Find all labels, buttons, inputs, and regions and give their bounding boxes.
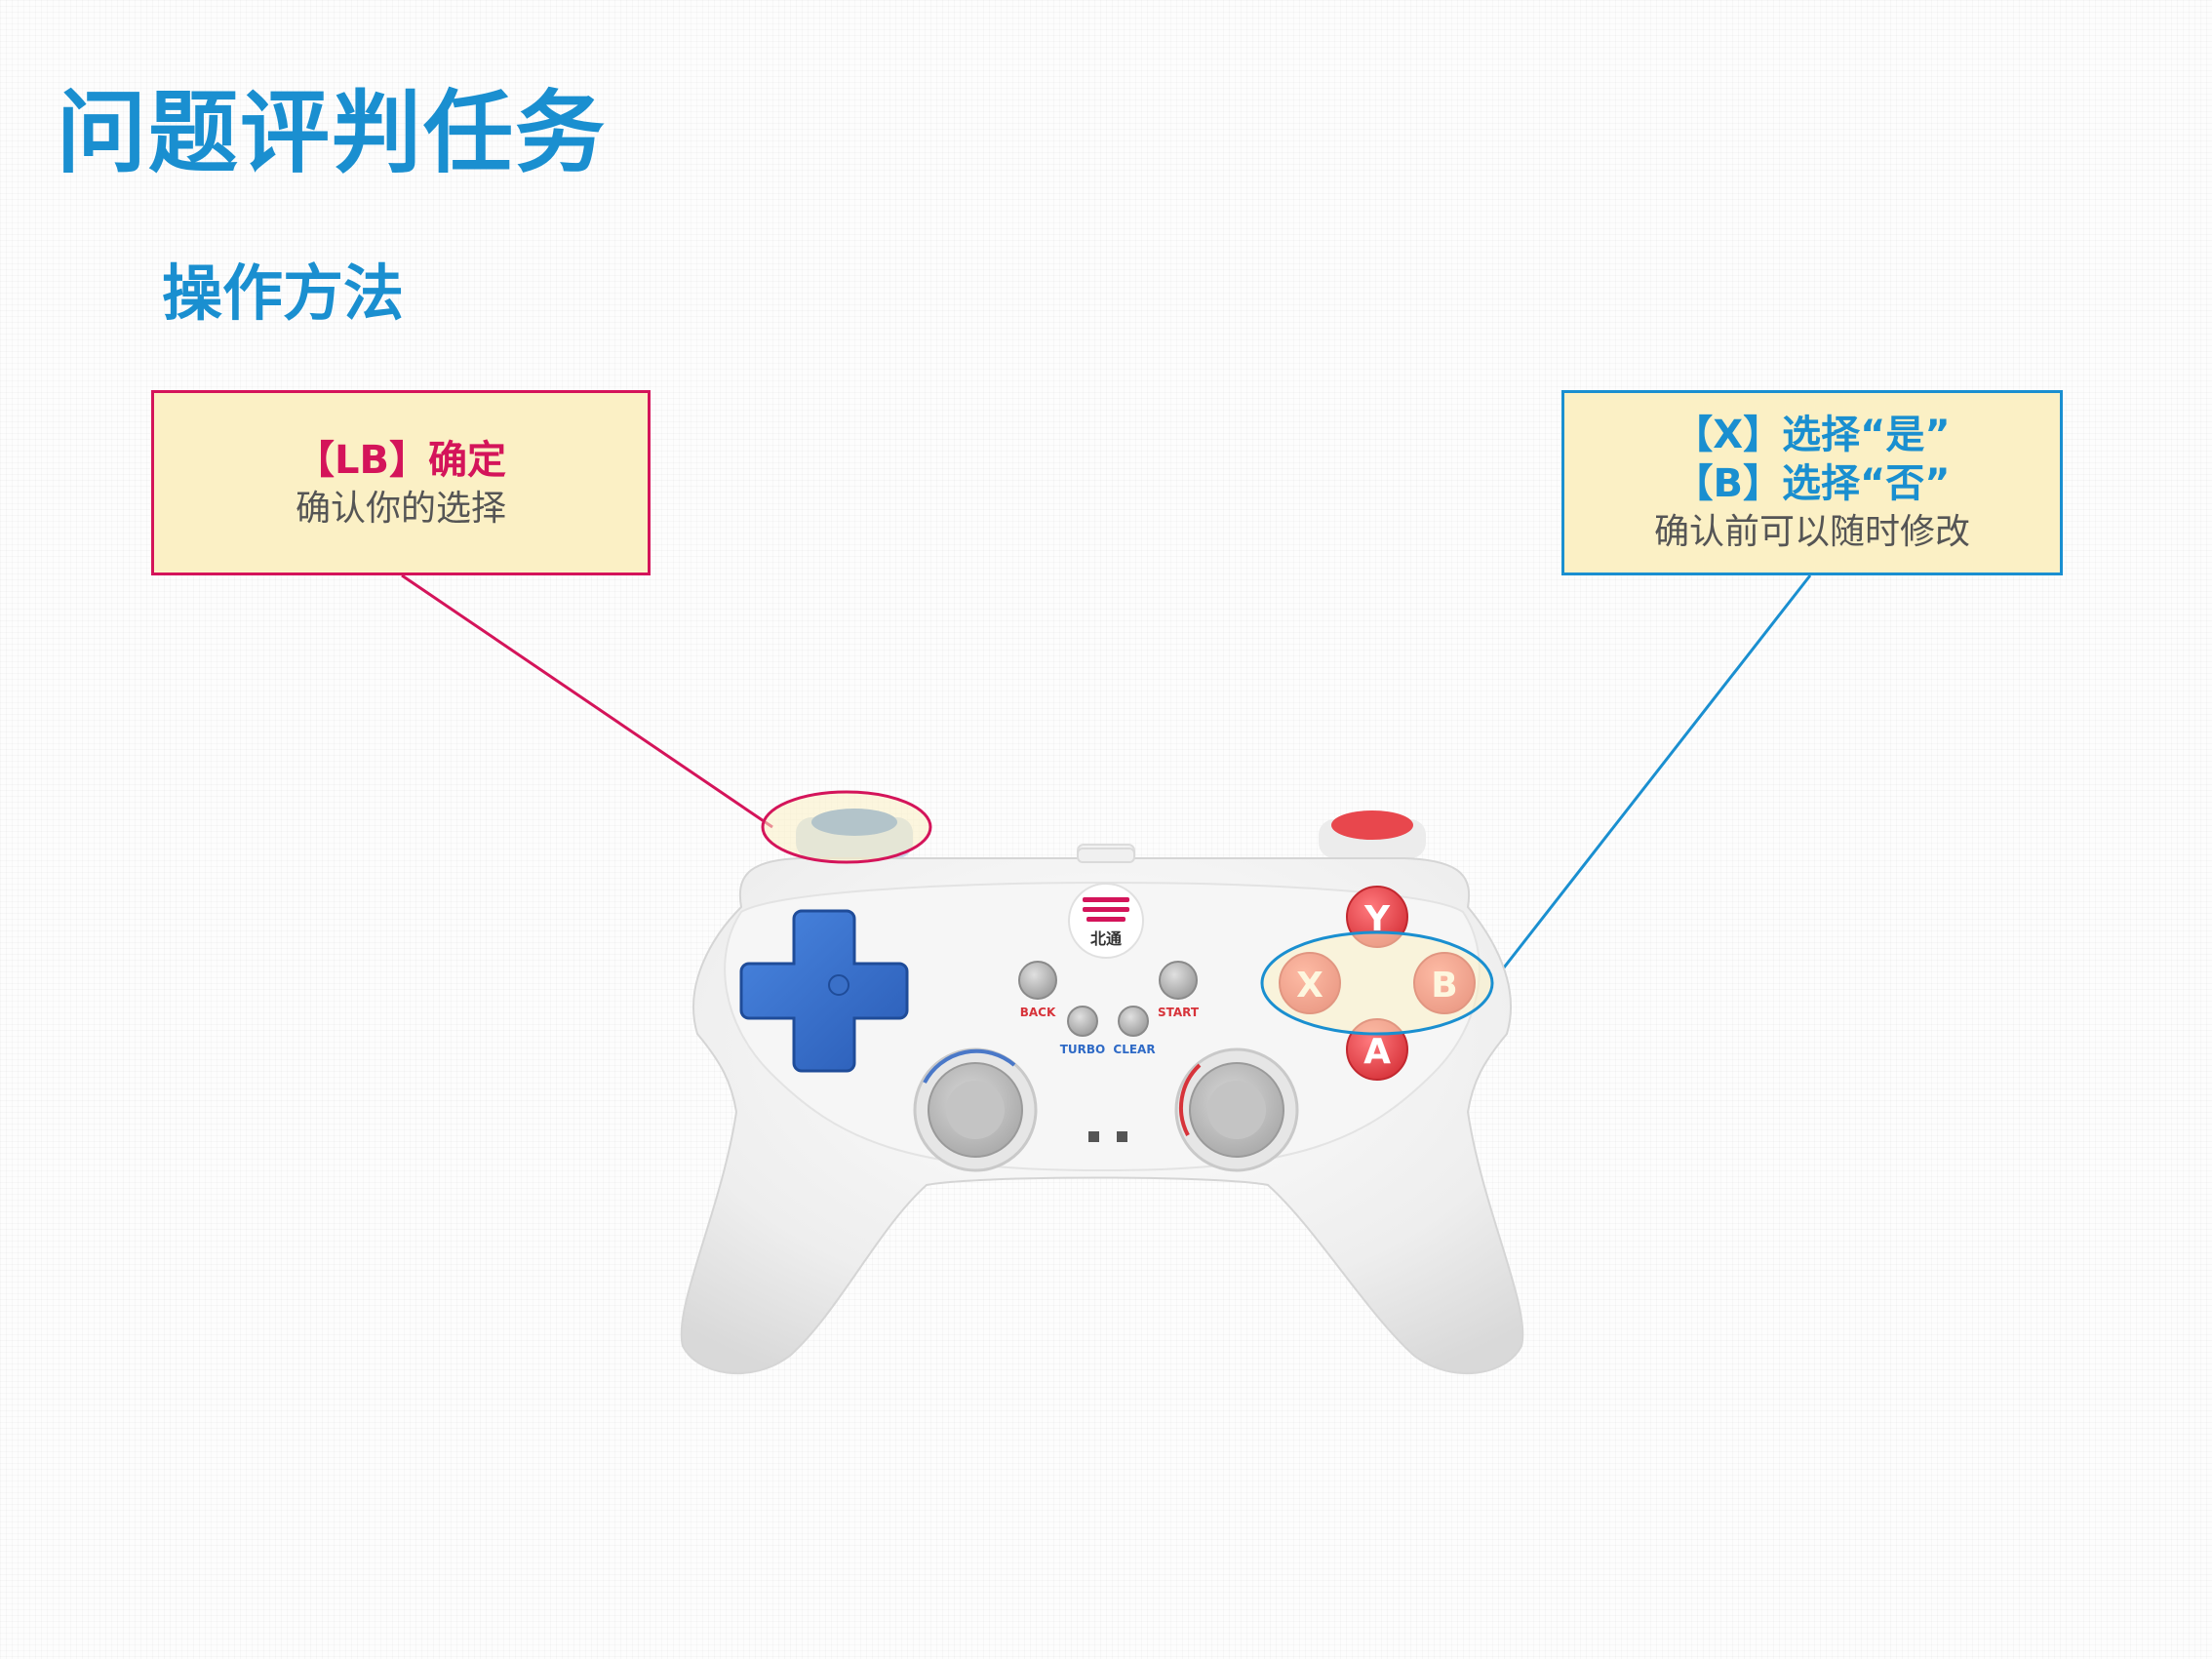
start-label: START xyxy=(1158,1006,1200,1019)
clear-button[interactable] xyxy=(1118,1006,1149,1037)
led-indicator-2 xyxy=(1117,1131,1127,1142)
start-button[interactable] xyxy=(1159,961,1198,1000)
center-port xyxy=(1077,848,1135,863)
xb-connector-line xyxy=(1488,574,1812,986)
back-button[interactable] xyxy=(1018,961,1057,1000)
back-label: BACK xyxy=(1020,1006,1056,1019)
brand-logo-text: 北通 xyxy=(1090,929,1122,948)
clear-label: CLEAR xyxy=(1113,1043,1155,1056)
rb-shoulder-button[interactable] xyxy=(1319,810,1426,858)
controller-illustration: 北通 BACK START TURBO CLEAR Y A xyxy=(401,573,1812,1375)
turbo-button[interactable] xyxy=(1067,1006,1098,1037)
lb-highlight-ellipse xyxy=(761,790,932,864)
lb-connector-line xyxy=(401,573,773,829)
right-analog-stick[interactable] xyxy=(1174,1047,1299,1172)
left-analog-stick[interactable] xyxy=(913,1047,1038,1172)
a-button-label: A xyxy=(1363,1032,1391,1072)
turbo-label: TURBO xyxy=(1060,1043,1106,1056)
led-indicator-1 xyxy=(1088,1131,1099,1142)
brand-logo: 北通 xyxy=(1068,883,1144,959)
xb-highlight-ellipse xyxy=(1260,930,1494,1036)
